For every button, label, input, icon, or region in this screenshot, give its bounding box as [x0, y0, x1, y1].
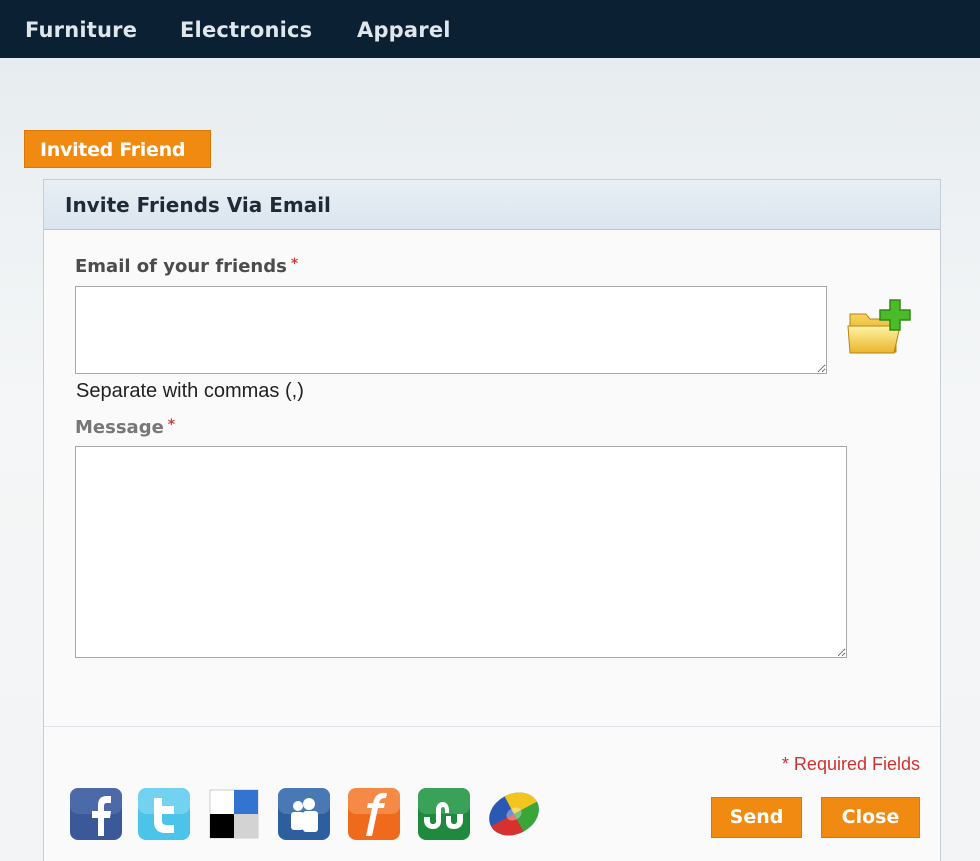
send-button[interactable]: Send: [711, 797, 802, 838]
invited-friend-tab[interactable]: Invited Friend: [24, 130, 211, 168]
email-required-star: *: [290, 256, 299, 272]
message-field[interactable]: [75, 446, 847, 658]
top-navigation: Furniture Electronics Apparel: [0, 0, 980, 58]
nav-item-apparel[interactable]: Apparel: [357, 18, 451, 42]
close-button[interactable]: Close: [821, 797, 920, 838]
nav-item-electronics[interactable]: Electronics: [180, 18, 312, 42]
email-hint: Separate with commas (,): [76, 380, 304, 402]
email-label-text: Email of your friends: [75, 256, 287, 277]
panel-divider: [44, 726, 940, 727]
message-label: Message *: [75, 417, 175, 438]
panel-title: Invite Friends Via Email: [65, 193, 331, 217]
message-required-star: *: [167, 417, 176, 433]
message-label-text: Message: [75, 417, 164, 438]
required-fields-note: * Required Fields: [781, 754, 920, 774]
facebook-icon[interactable]: [68, 786, 124, 842]
nav-item-furniture[interactable]: Furniture: [25, 18, 137, 42]
delicious-icon[interactable]: [206, 786, 262, 842]
add-contacts-folder-icon[interactable]: [844, 296, 914, 358]
stumbleupon-icon[interactable]: [416, 786, 472, 842]
panel-header: Invite Friends Via Email: [44, 180, 940, 230]
share-icon[interactable]: [486, 786, 542, 842]
twitter-icon[interactable]: [136, 786, 192, 842]
email-field[interactable]: [75, 286, 827, 374]
email-label: Email of your friends *: [75, 256, 298, 277]
fark-icon[interactable]: [346, 786, 402, 842]
myspace-icon[interactable]: [276, 786, 332, 842]
